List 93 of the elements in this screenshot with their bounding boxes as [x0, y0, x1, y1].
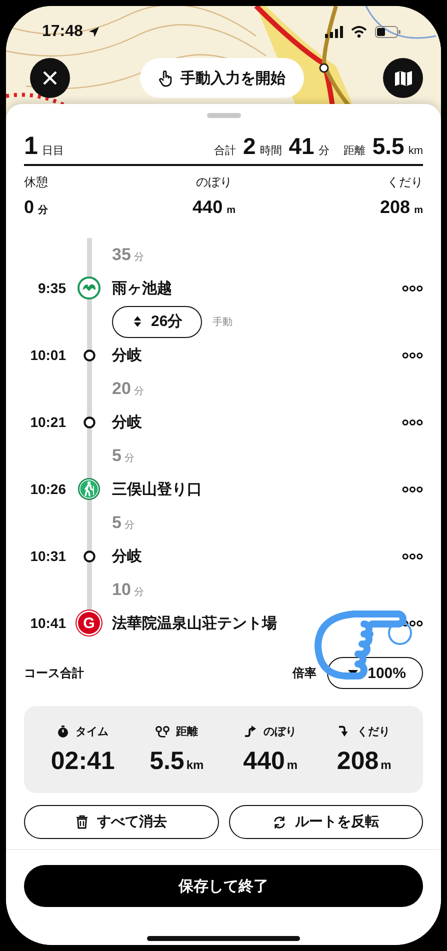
more-button[interactable]: [402, 284, 423, 292]
total-label: 合計: [214, 144, 236, 158]
pace-label: 倍率: [292, 664, 317, 682]
total-hours: 2: [242, 133, 256, 160]
trash-icon: [76, 815, 88, 829]
arrival-time: 10:41: [30, 615, 66, 632]
folded-map-icon: [394, 70, 412, 86]
stopwatch-icon: [57, 724, 70, 738]
distance-value: 5.5: [372, 133, 404, 160]
waypoint-name: 法華院温泉山荘テント場: [112, 614, 277, 633]
hand-icon: [158, 70, 172, 86]
arrival-time: 10:21: [30, 414, 66, 430]
course-total-label: コース合計: [24, 664, 84, 682]
summary-unit: m: [286, 758, 298, 772]
more-button[interactable]: [402, 620, 423, 627]
more-icon: [402, 284, 423, 292]
save-button[interactable]: 保存して終了: [24, 865, 423, 907]
stat-label: 休憩: [24, 174, 48, 191]
duration-unit: 分: [124, 518, 134, 532]
waypoint-circle-icon: [82, 416, 96, 429]
summary-label: 距離: [176, 724, 198, 738]
more-icon: [402, 620, 423, 627]
arrival-time: 10:01: [30, 347, 66, 364]
hours-unit: 時間: [260, 144, 282, 158]
segment-duration: 10: [112, 580, 131, 600]
day-label: 日目: [42, 144, 64, 158]
summary-unit: km: [186, 758, 204, 772]
stat-value: 208: [380, 197, 410, 218]
more-icon: [402, 552, 423, 560]
refresh-icon: [272, 816, 286, 828]
duration-stepper[interactable]: 26分: [112, 306, 202, 338]
arrival-time: 10:31: [30, 548, 66, 564]
segment-duration: 35: [112, 244, 131, 265]
more-button[interactable]: [402, 552, 423, 560]
duration-unit: 分: [134, 384, 144, 398]
clear-all-button[interactable]: すべて消去: [24, 805, 218, 839]
summary-value: 02:41: [50, 746, 115, 776]
duration-unit: 分: [134, 586, 144, 599]
reverse-route-button[interactable]: ルートを反転: [228, 805, 423, 839]
summary-value: 440: [243, 746, 285, 776]
more-icon: [402, 486, 423, 493]
arrival-time: 9:35: [38, 280, 66, 296]
waypoint-name: 雨ヶ池越: [112, 278, 172, 298]
more-button[interactable]: [402, 486, 423, 493]
waypoint-circle-icon: [82, 348, 96, 362]
waypoint-circle-icon: [82, 550, 96, 563]
manual-label: 手動: [212, 316, 233, 329]
stat-unit: m: [226, 205, 236, 216]
stat-label: のぼり: [196, 174, 232, 191]
start-manual-button[interactable]: 手動入力を開始: [140, 58, 304, 98]
more-icon: [402, 352, 423, 359]
waypoint-name: 三俣山登り口: [112, 480, 202, 499]
more-button[interactable]: [402, 418, 423, 426]
stat-unit: m: [414, 205, 423, 216]
duration-unit: 分: [134, 250, 144, 264]
waypoint-name: 分岐: [112, 346, 142, 365]
stat-value: 440: [192, 197, 223, 218]
distance-label: 距離: [343, 144, 366, 158]
up-down-icon: [133, 315, 142, 328]
stat-label: くだり: [386, 174, 423, 191]
drag-handle[interactable]: [206, 112, 240, 118]
close-icon: [42, 70, 58, 86]
pass-marker-icon: [77, 276, 101, 300]
waypoint-name: 分岐: [112, 412, 142, 432]
more-icon: [402, 418, 423, 426]
status-time: 17:48: [42, 23, 83, 41]
waypoint-name: 分岐: [112, 546, 142, 566]
ascent-arrow-icon: [244, 725, 258, 737]
segment-duration: 5: [112, 512, 122, 533]
summary-value: 208: [336, 746, 379, 776]
arrival-time: 10:26: [30, 481, 66, 498]
summary-label: タイム: [75, 724, 108, 738]
hiker-marker-icon: [77, 477, 101, 502]
signal-icon: [325, 26, 343, 38]
summary-label: くだり: [357, 724, 390, 738]
stat-unit: 分: [38, 204, 48, 217]
stat-value: 0: [24, 197, 34, 218]
segment-duration: 20: [112, 378, 131, 399]
segment-duration: 5: [112, 446, 122, 466]
location-arrow-icon: [88, 26, 100, 38]
goal-marker: G: [78, 612, 100, 634]
duration-unit: 分: [124, 452, 134, 465]
minutes-unit: 分: [318, 144, 330, 158]
summary-unit: m: [380, 758, 392, 772]
wifi-icon: [351, 26, 367, 38]
summary-label: のぼり: [263, 724, 296, 738]
route-pins-icon: [155, 724, 170, 738]
more-button[interactable]: [402, 352, 423, 359]
distance-unit: km: [408, 145, 423, 157]
summary-value: 5.5: [150, 746, 184, 776]
day-number: 1: [24, 132, 38, 161]
total-minutes: 41: [288, 133, 314, 160]
battery-icon: [375, 26, 401, 38]
